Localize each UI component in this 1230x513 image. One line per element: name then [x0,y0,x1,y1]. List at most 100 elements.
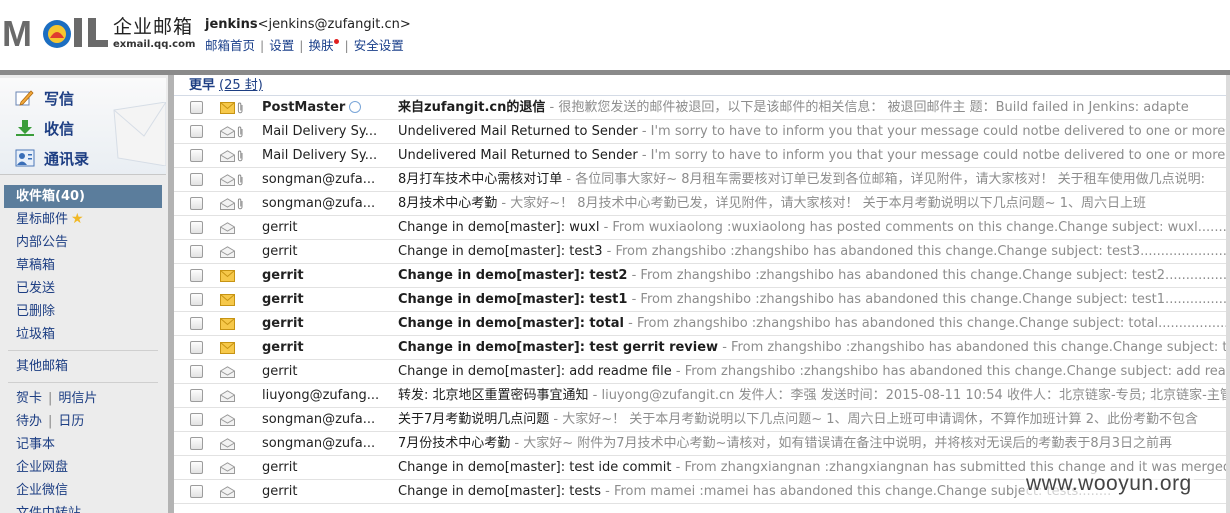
verified-sender-icon [349,101,362,113]
mail-sender[interactable]: liuyong@zufang... [262,384,382,408]
mail-row[interactable]: liuyong@zufang... 转发: 北京地区重置密码事宜通知 - liuy… [174,384,1226,408]
folder-deleted[interactable]: 已删除 [0,300,166,323]
mail-row[interactable]: songman@zufa... 8月技术中心考勤 - 大家好~！ 8月技术中心考勤… [174,192,1226,216]
postcard-link[interactable]: 明信片 [58,391,97,406]
read-envelope-icon [220,480,236,504]
mail-checkbox[interactable] [190,365,203,378]
mail-row[interactable]: gerrit Change in demo[master]: test1 - Fr… [174,288,1226,312]
contacts-button[interactable]: 通讯录 [14,146,89,170]
folder-spam[interactable]: 垃圾箱 [0,323,166,346]
greeting-card-link[interactable]: 贺卡 [16,391,42,406]
mail-preview: - From zhangshibo :zhangshibo has abando… [627,292,1226,307]
unread-envelope-icon [220,96,236,120]
mail-row[interactable]: gerrit Change in demo[master]: wuxl - Fro… [174,216,1226,240]
mail-checkbox[interactable] [190,461,203,474]
mail-checkbox[interactable] [190,485,203,498]
folder-starred[interactable]: 星标邮件 ★ [0,208,166,231]
mail-row[interactable]: gerrit Change in demo[master]: test3 - Fr… [174,240,1226,264]
mail-row[interactable]: gerrit Change in demo[master]: total - Fr… [174,312,1226,336]
mail-checkbox[interactable] [190,173,203,186]
mail-checkbox[interactable] [190,149,203,162]
mail-row[interactable]: Mail Delivery Sy... Undelivered Mail Retu… [174,144,1226,168]
mail-subject-line[interactable]: Change in demo[master]: wuxl - From wuxi… [398,216,1226,240]
mail-sender[interactable]: gerrit [262,216,382,240]
mail-row[interactable]: gerrit Change in demo[master]: add readme… [174,360,1226,384]
mail-sender[interactable]: Mail Delivery Sy... [262,144,382,168]
mail-sender[interactable]: PostMaster [262,96,382,120]
mail-sender[interactable]: gerrit [262,264,382,288]
file-transfer-link[interactable]: 文件中转站 [0,502,166,513]
mail-row[interactable]: Mail Delivery Sy... Undelivered Mail Retu… [174,120,1226,144]
mail-subject-line[interactable]: Undelivered Mail Returned to Sender - I'… [398,120,1226,144]
mail-checkbox[interactable] [190,341,203,354]
mail-checkbox[interactable] [190,245,203,258]
read-envelope-icon [220,432,236,456]
mail-checkbox[interactable] [190,125,203,138]
mail-checkbox[interactable] [190,317,203,330]
mail-subject-line[interactable]: Change in demo[master]: test3 - From zha… [398,240,1226,264]
netdisk-link[interactable]: 企业网盘 [0,456,166,479]
mail-row[interactable]: PostMaster 来自zufangit.cn的退信 - 很抱歉您发送的邮件被退… [174,96,1226,120]
notes-link[interactable]: 记事本 [0,433,166,456]
calendar-link[interactable]: 日历 [58,414,84,429]
mail-sender[interactable]: gerrit [262,312,382,336]
mail-sender[interactable]: gerrit [262,456,382,480]
todo-link[interactable]: 待办 [16,414,42,429]
mail-sender[interactable]: Mail Delivery Sy... [262,120,382,144]
mail-sender[interactable]: gerrit [262,480,382,504]
mail-checkbox[interactable] [190,437,203,450]
mail-checkbox[interactable] [190,221,203,234]
mail-sender[interactable]: gerrit [262,360,382,384]
read-envelope-icon [220,384,236,408]
mail-row[interactable]: gerrit Change in demo[master]: test2 - Fr… [174,264,1226,288]
mail-sender[interactable]: gerrit [262,336,382,360]
security-settings-link[interactable]: 安全设置 [354,38,404,53]
scrollbar[interactable] [1226,75,1230,513]
mail-subject-line[interactable]: 关于7月考勤说明几点问题 - 大家好~！ 关于本月考勤说明以下几点问题~ 1、周… [398,408,1226,432]
mail-subject-line[interactable]: Change in demo[master]: test gerrit revi… [398,336,1226,360]
mail-row[interactable]: songman@zufa... 关于7月考勤说明几点问题 - 大家好~！ 关于本月… [174,408,1226,432]
other-mailbox[interactable]: 其他邮箱 [0,355,166,378]
compose-button[interactable]: 写信 [14,86,74,110]
folder-inbox[interactable]: 收件箱(40) [4,185,162,208]
mail-subject-line[interactable]: 7月份技术中心考勤 - 大家好~ 附件为7月技术中心考勤~请核对，如有错误请在备… [398,432,1226,456]
mail-subject-line[interactable]: 8月技术中心考勤 - 大家好~！ 8月技术中心考勤已发，详见附件，请大家核对！ … [398,192,1226,216]
mail-sender[interactable]: songman@zufa... [262,408,382,432]
mail-sender[interactable]: gerrit [262,288,382,312]
mail-row[interactable]: songman@zufa... 7月份技术中心考勤 - 大家好~ 附件为7月技术中… [174,432,1226,456]
mail-preview: - liuyong@zufangit.cn 发件人：李强 发送时间：2015-0… [588,388,1226,403]
mail-subject-line[interactable]: 8月打车技术中心需核对订单 - 各位同事大家好~ 8月租车需要核对订单已发到各位… [398,168,1226,192]
mail-sender[interactable]: songman@zufa... [262,192,382,216]
mail-subject-line[interactable]: Change in demo[master]: add readme file … [398,360,1226,384]
mail-sender[interactable]: gerrit [262,240,382,264]
qq-mail-logo[interactable]: M [2,12,110,54]
wechat-link[interactable]: 企业微信 [0,479,166,502]
mail-checkbox[interactable] [190,293,203,306]
mail-subject-line[interactable]: 转发: 北京地区重置密码事宜通知 - liuyong@zufangit.cn 发… [398,384,1226,408]
tools-row-todo: 待办 | 日历 [16,414,85,429]
mail-sender[interactable]: songman@zufa... [262,168,382,192]
mail-checkbox[interactable] [190,269,203,282]
mail-home-link[interactable]: 邮箱首页 [205,38,255,53]
mail-checkbox[interactable] [190,389,203,402]
folder-sent[interactable]: 已发送 [0,277,166,300]
mail-sender[interactable]: songman@zufa... [262,432,382,456]
mail-row[interactable]: songman@zufa... 8月打车技术中心需核对订单 - 各位同事大家好~ … [174,168,1226,192]
envelope-decoration-icon [113,102,166,166]
receive-button[interactable]: 收信 [14,116,74,140]
settings-link[interactable]: 设置 [269,38,294,53]
folder-drafts[interactable]: 草稿箱 [0,254,166,277]
unread-envelope-icon [220,288,236,312]
mail-subject-line[interactable]: Change in demo[master]: test2 - From zha… [398,264,1226,288]
mail-row[interactable]: gerrit Change in demo[master]: test gerri… [174,336,1226,360]
mail-subject-line[interactable]: Change in demo[master]: total - From zha… [398,312,1226,336]
mail-checkbox[interactable] [190,413,203,426]
mail-preview: - From zhangshibo :zhangshibo has abando… [671,364,1226,379]
skin-link[interactable]: 换肤 [308,38,333,53]
folder-announcements[interactable]: 内部公告 [0,231,166,254]
mail-checkbox[interactable] [190,197,203,210]
mail-checkbox[interactable] [190,101,203,114]
mail-subject-line[interactable]: Undelivered Mail Returned to Sender - I'… [398,144,1226,168]
mail-subject-line[interactable]: Change in demo[master]: test1 - From zha… [398,288,1226,312]
mail-subject-line[interactable]: 来自zufangit.cn的退信 - 很抱歉您发送的邮件被退回，以下是该邮件的相… [398,96,1226,120]
